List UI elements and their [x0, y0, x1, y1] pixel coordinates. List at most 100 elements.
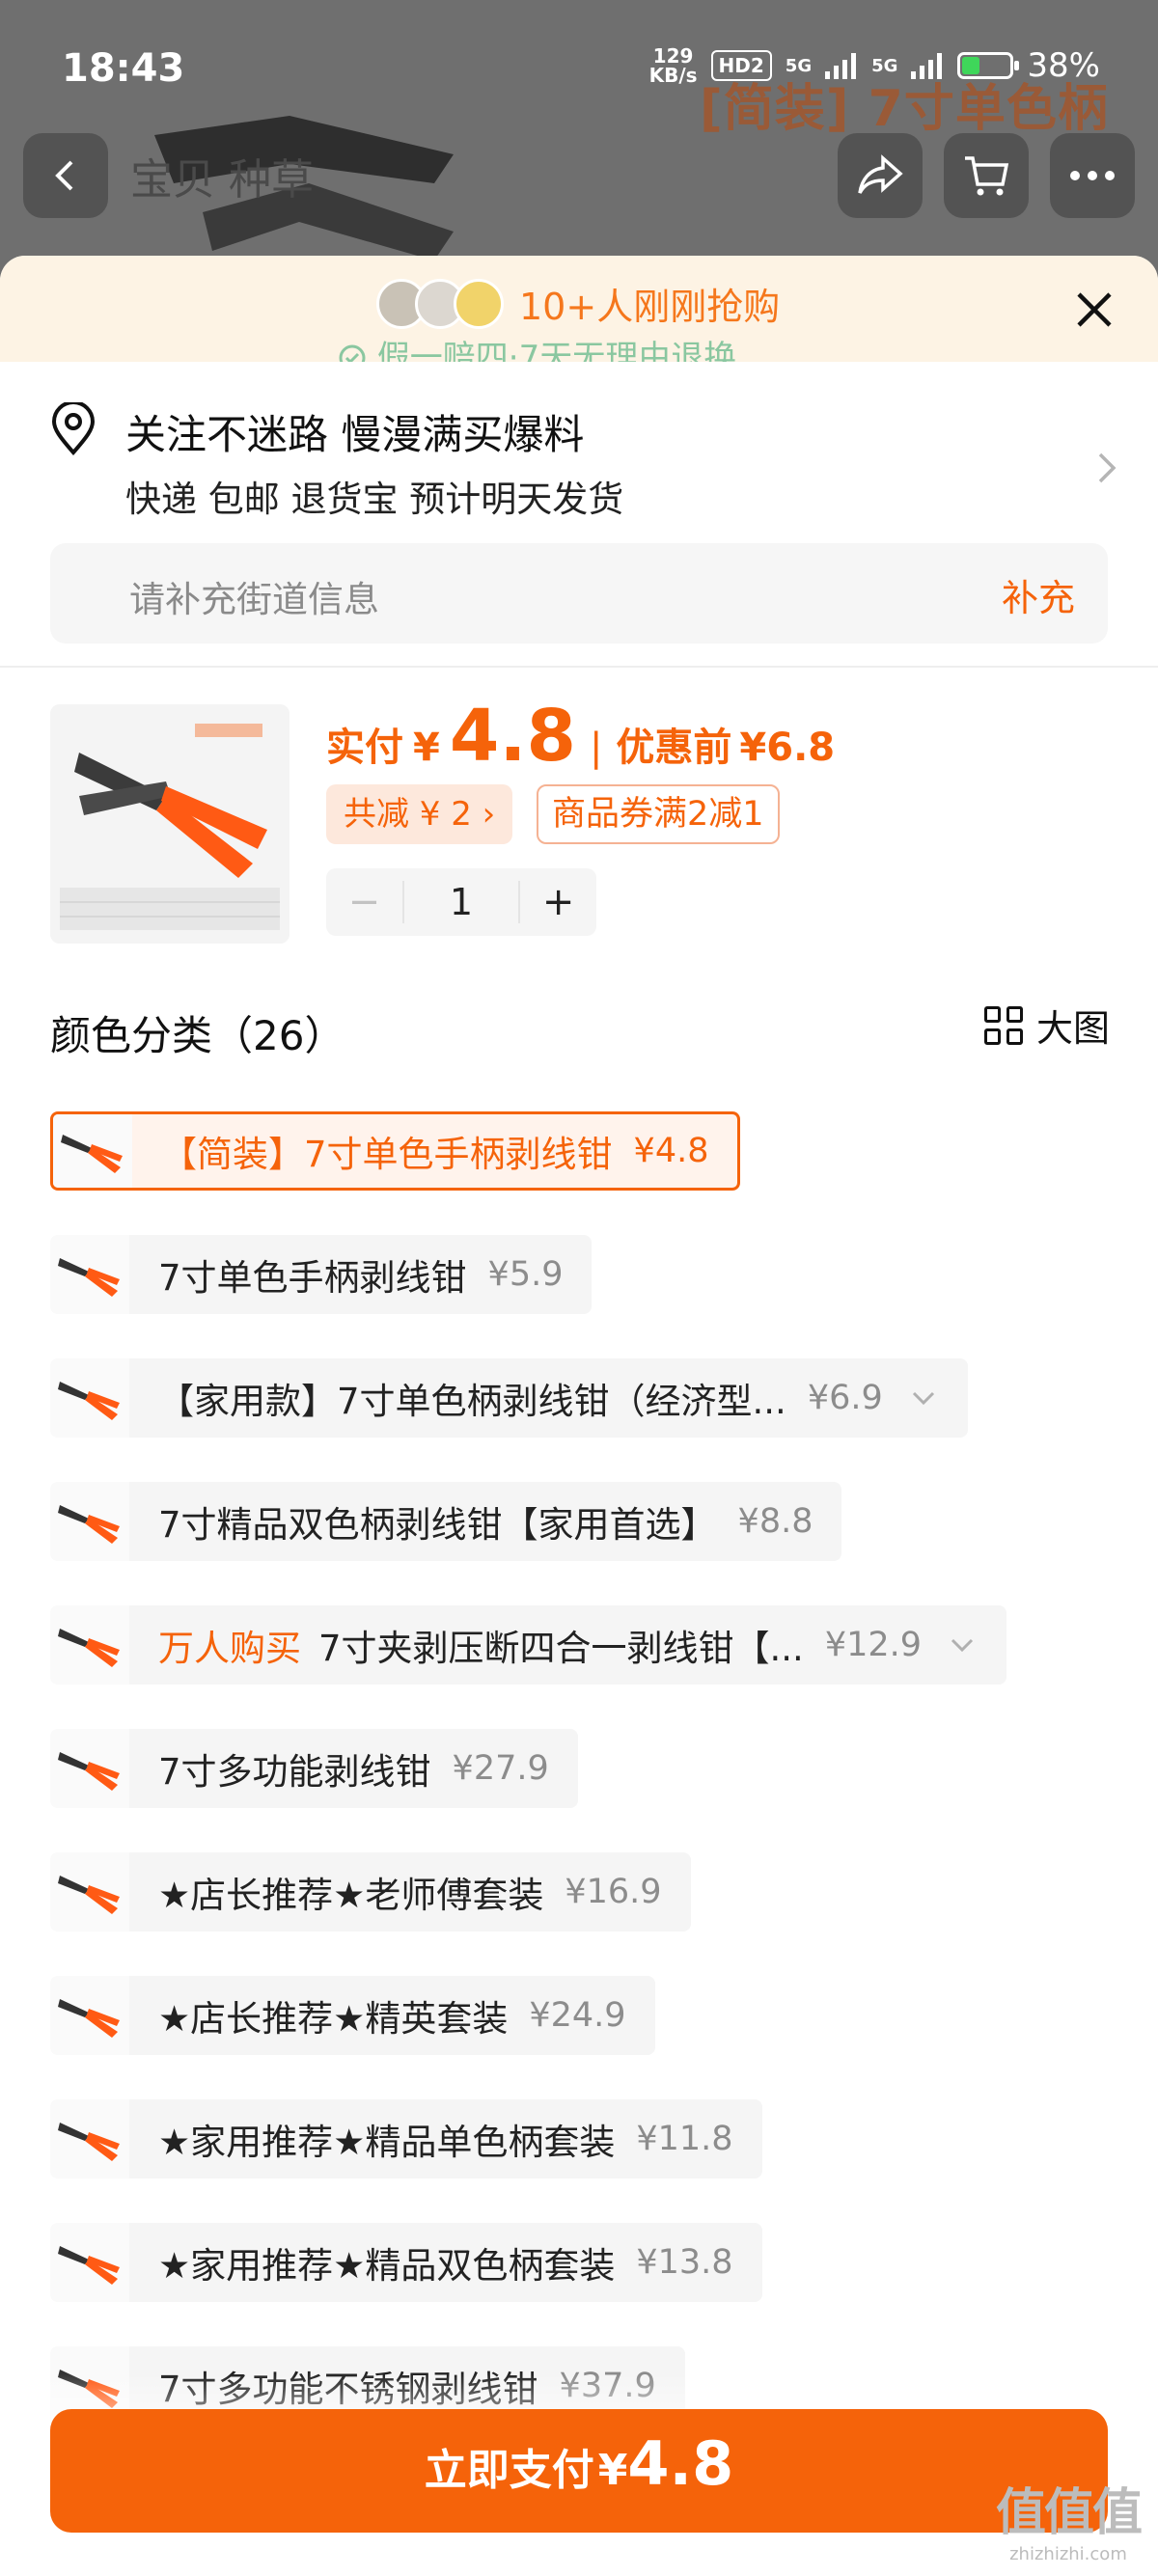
variant-label: ★店长推荐★精英套装 [158, 1998, 509, 2040]
variant-thumbnail [50, 1605, 129, 1685]
net-speed-unit: KB/s [648, 64, 698, 87]
price-value: 4.8 [449, 695, 576, 778]
variant-price: ¥5.9 [487, 1255, 564, 1294]
variant-option[interactable]: 【简装】7寸单色手柄剥线钳 ¥4.8 [50, 1111, 741, 1191]
chevron-left-icon [55, 160, 73, 191]
cart-button[interactable] [944, 133, 1029, 218]
variant-option[interactable]: 【家用款】7寸单色柄剥线钳（经济型... ¥6.9 [50, 1358, 968, 1438]
supplement-button[interactable]: 补充 [1002, 568, 1075, 621]
variant-thumbnail [50, 1482, 129, 1561]
variant-price: ¥12.9 [824, 1626, 923, 1664]
recent-buyers: 10+人刚刚抢购 [376, 277, 780, 330]
status-bar: 18:43 129 KB/s HD2 5G 5G 38% [0, 0, 1158, 135]
variant-thumbnail [50, 1235, 129, 1314]
signal-label-1: 5G [785, 55, 813, 76]
delivery-info: 快递 包邮 退货宝 预计明天发货 [125, 479, 624, 520]
share-button[interactable] [838, 133, 923, 218]
variant-thumbnail [50, 1358, 129, 1438]
more-dots-icon [1070, 171, 1115, 180]
variant-price: ¥27.9 [452, 1749, 549, 1788]
pay-now-label: 立即支付 [424, 2446, 594, 2495]
variant-label: ★家用推荐★精品双色柄套装 [158, 2245, 616, 2287]
net-speed: 129 KB/s [649, 46, 698, 85]
status-time: 18:43 [62, 46, 185, 91]
net-speed-value: 129 [652, 44, 694, 68]
chevron-down-icon[interactable] [951, 1638, 974, 1652]
location-pin-icon [51, 402, 96, 456]
variant-option[interactable]: 7寸精品双色柄剥线钳【家用首选】 ¥8.8 [50, 1482, 842, 1561]
buyers-banner: 10+人刚刚抢购 假一赔四·7天无理由退换 [0, 256, 1158, 377]
site-watermark: 值值值 zhizhizhi.com [995, 2472, 1143, 2564]
divider [0, 666, 1158, 668]
variant-label: 7寸精品双色柄剥线钳【家用首选】 [158, 1504, 717, 1546]
variant-price: ¥24.9 [529, 1996, 626, 2035]
product-thumbnail[interactable] [50, 704, 290, 944]
watermark-url: zhizhizhi.com [1009, 2544, 1127, 2564]
signal-label-2: 5G [871, 55, 898, 76]
discount-chip[interactable]: 共减 ¥ 2 › [326, 784, 513, 844]
variant-label: ★家用推荐★精品单色柄套装 [158, 2122, 616, 2163]
variant-option[interactable]: 万人购买 7寸夹剥压断四合一剥线钳【... ¥12.9 [50, 1605, 1007, 1685]
more-button[interactable] [1050, 133, 1135, 218]
address-name-line: 关注不迷路 慢漫满买爆料 [125, 411, 585, 458]
variant-option[interactable]: 7寸单色手柄剥线钳 ¥5.9 [50, 1235, 593, 1314]
battery-percent: 38% [1027, 46, 1100, 85]
variant-price: ¥13.8 [636, 2243, 733, 2282]
price-row: 实付 ¥ 4.8 | 优惠前 ¥6.8 [326, 695, 835, 778]
variant-option[interactable]: ★家用推荐★精品单色柄套装 ¥11.8 [50, 2099, 762, 2179]
pre-discount-label: 优惠前 [616, 726, 732, 770]
variant-label: 【简装】7寸单色手柄剥线钳 [161, 1134, 613, 1175]
product-page-backdrop: [简装] 7寸单色柄 宝贝 种草 18:43 129 KB/s HD2 5G 5… [0, 0, 1158, 280]
wire-stripper-image [50, 704, 290, 944]
variant-thumbnail [50, 1729, 129, 1808]
address-section[interactable]: 关注不迷路 慢漫满买爆料 快递 包邮 退货宝 预计明天发货 请补充街道信息 补充 [0, 362, 1158, 651]
quantity-increase-button[interactable]: + [520, 880, 596, 924]
battery-icon [957, 52, 1020, 79]
watermark-logo: 值值值 [995, 2484, 1143, 2542]
variant-option[interactable]: 7寸多功能剥线钳 ¥27.9 [50, 1729, 578, 1808]
variant-price: ¥11.8 [636, 2120, 733, 2158]
street-info-field[interactable]: 请补充街道信息 补充 [50, 543, 1108, 644]
variant-label: 7寸单色手柄剥线钳 [158, 1257, 467, 1299]
coupon-chip[interactable]: 商品券满2减1 [537, 784, 780, 844]
variant-tag: 万人购买 [158, 1628, 301, 1669]
backdrop-subtitle: 宝贝 种草 [130, 155, 314, 205]
variant-label: ★店长推荐★老师傅套装 [158, 1875, 544, 1916]
chevron-right-icon[interactable] [1094, 449, 1119, 487]
quantity-stepper: − 1 + [326, 868, 596, 936]
variant-price: ¥4.8 [633, 1132, 709, 1170]
back-button[interactable] [23, 133, 108, 218]
price-currency: ¥ [413, 726, 440, 770]
avatar [454, 278, 504, 329]
big-view-label: 大图 [1035, 1007, 1110, 1050]
pay-now-currency: ¥ [597, 2446, 628, 2495]
quantity-value[interactable]: 1 [401, 881, 521, 923]
variant-thumbnail [50, 1852, 129, 1932]
hd-badge: HD2 [710, 50, 772, 81]
cart-icon [965, 156, 1009, 196]
big-view-toggle[interactable]: 大图 [983, 999, 1110, 1052]
share-icon [858, 154, 903, 194]
variant-thumbnail [53, 1114, 132, 1188]
variant-price: ¥8.8 [737, 1502, 813, 1541]
variant-thumbnail [50, 1976, 129, 2055]
variant-section-title: 颜色分类（26） [50, 1012, 345, 1059]
variant-label: 【家用款】7寸单色柄剥线钳（经济型... [158, 1381, 786, 1422]
quantity-decrease-button[interactable]: − [326, 880, 402, 924]
variant-option[interactable]: ★店长推荐★老师傅套装 ¥16.9 [50, 1852, 691, 1932]
street-info-placeholder: 请补充街道信息 [129, 579, 379, 620]
variant-option[interactable]: ★家用推荐★精品双色柄套装 ¥13.8 [50, 2223, 762, 2302]
variant-price: ¥6.9 [807, 1379, 883, 1417]
close-icon[interactable] [1069, 285, 1119, 335]
chevron-down-icon[interactable] [912, 1391, 935, 1405]
variant-label: 7寸多功能剥线钳 [158, 1751, 431, 1793]
signal-bars-icon [911, 52, 944, 79]
price-separator: | [589, 726, 603, 770]
buyers-text: 10+人刚刚抢购 [519, 286, 781, 328]
pay-now-button[interactable]: 立即支付 ¥ 4.8 [50, 2409, 1108, 2533]
pre-discount-price: ¥6.8 [739, 726, 836, 770]
battery-fill [962, 57, 979, 74]
pay-label: 实付 [326, 726, 403, 770]
sku-selection-sheet: 10+人刚刚抢购 假一赔四·7天无理由退换 关注不迷路 慢漫满买爆料 快递 包邮… [0, 256, 1158, 2576]
variant-option[interactable]: ★店长推荐★精英套装 ¥24.9 [50, 1976, 655, 2055]
